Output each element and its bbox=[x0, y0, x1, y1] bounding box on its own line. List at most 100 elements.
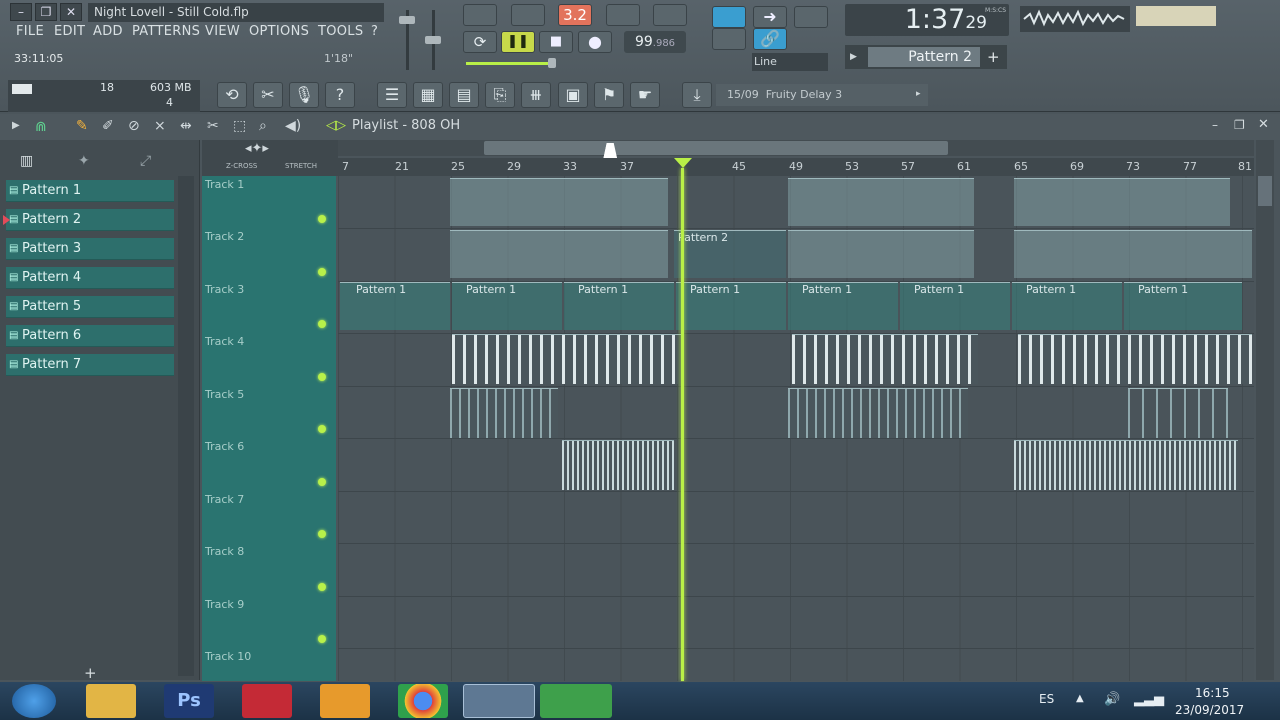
track-label-9[interactable]: Track 9 bbox=[205, 598, 244, 611]
pattern-item-3[interactable]: Pattern 3 bbox=[6, 238, 174, 260]
clip-pattern1[interactable]: Pattern 1 bbox=[676, 282, 786, 330]
pattern-item-6[interactable]: Pattern 6 bbox=[6, 325, 174, 347]
clip-track6-b[interactable] bbox=[1014, 440, 1238, 490]
hint-arrow-icon[interactable]: ▸ bbox=[916, 89, 921, 99]
pattern-mode-button[interactable]: 3.2 bbox=[558, 4, 592, 26]
add-pattern-icon[interactable]: + bbox=[987, 48, 1000, 66]
blend-notes-button[interactable] bbox=[653, 4, 687, 26]
clip-track1-b[interactable] bbox=[788, 178, 974, 226]
current-pattern[interactable]: Pattern 2 bbox=[868, 47, 980, 67]
clock-date[interactable]: 23/09/2017 bbox=[1175, 703, 1244, 717]
clipboard-icon[interactable]: ▣ bbox=[558, 82, 588, 108]
playhead[interactable] bbox=[681, 168, 684, 681]
picker-scrollbar[interactable] bbox=[178, 176, 194, 676]
pattern-item-7[interactable]: Pattern 7 bbox=[6, 354, 174, 376]
snap-select[interactable]: Line bbox=[752, 53, 828, 71]
stop-icon[interactable]: ■ bbox=[539, 31, 573, 53]
clip-track1-a[interactable] bbox=[450, 178, 668, 226]
link-icon[interactable]: 🔗 bbox=[753, 28, 787, 50]
photoshop-icon[interactable]: Ps bbox=[164, 684, 214, 718]
pattern-item-2[interactable]: Pattern 2 bbox=[6, 209, 174, 231]
mixer-icon[interactable]: ⧻ bbox=[521, 82, 551, 108]
playlist-grid[interactable]: Pattern 2 Pattern 1 Pattern 1 Pattern 1 … bbox=[338, 176, 1254, 681]
clip-track5-c[interactable] bbox=[1128, 388, 1228, 438]
track-label-3[interactable]: Track 3 bbox=[205, 283, 244, 296]
menu-tools[interactable]: TOOLS bbox=[318, 24, 363, 39]
slice-icon[interactable]: ✂ bbox=[207, 118, 219, 134]
clip-track5-b[interactable] bbox=[788, 388, 968, 438]
chrome-icon[interactable] bbox=[398, 684, 448, 718]
clip-track5-a[interactable] bbox=[450, 388, 558, 438]
multilink-button[interactable] bbox=[794, 6, 828, 28]
recorder-app-icon[interactable] bbox=[540, 684, 612, 718]
track-label-5[interactable]: Track 5 bbox=[205, 388, 244, 401]
clip-track4-a[interactable] bbox=[452, 334, 682, 384]
track-mute-led[interactable] bbox=[318, 530, 326, 538]
track-label-6[interactable]: Track 6 bbox=[205, 440, 244, 453]
language-indicator[interactable]: ES bbox=[1039, 692, 1054, 706]
playlist-maximize-icon[interactable]: ❐ bbox=[1234, 118, 1245, 132]
clip-pattern1[interactable]: Pattern 1 bbox=[788, 282, 898, 330]
menu-edit[interactable]: EDIT bbox=[54, 24, 85, 39]
picker-view-icon[interactable]: ▥ bbox=[20, 153, 33, 169]
clip-pattern1[interactable]: Pattern 1 bbox=[900, 282, 1010, 330]
song-position-bar[interactable] bbox=[466, 62, 556, 65]
pencil-icon[interactable]: ✎ bbox=[76, 118, 88, 134]
play-arrow-icon[interactable]: ▶ bbox=[12, 120, 20, 131]
track-label-4[interactable]: Track 4 bbox=[205, 335, 244, 348]
paint-icon[interactable]: ✐ bbox=[102, 118, 114, 134]
track-mute-led[interactable] bbox=[318, 320, 326, 328]
pattern-arrows-icon[interactable]: ◁▷ bbox=[326, 118, 346, 133]
clip-pattern2[interactable]: Pattern 2 bbox=[674, 230, 786, 278]
playback-icon[interactable]: ◀) bbox=[285, 118, 301, 134]
screen-recorder-icon[interactable] bbox=[242, 684, 292, 718]
master-volume-handle[interactable] bbox=[399, 16, 415, 24]
record-icon[interactable]: ● bbox=[578, 31, 612, 53]
menu-options[interactable]: OPTIONS bbox=[249, 24, 309, 39]
playhead-marker-icon[interactable] bbox=[674, 158, 692, 168]
clip-track1-c[interactable] bbox=[1014, 178, 1230, 226]
loop-icon[interactable]: ⟲ bbox=[217, 82, 247, 108]
wait-input-button[interactable] bbox=[511, 4, 545, 26]
mute-icon[interactable]: ⨯ bbox=[154, 118, 166, 134]
vertical-scrollbar-thumb[interactable] bbox=[1258, 176, 1272, 206]
clip-pattern1[interactable]: Pattern 1 bbox=[1124, 282, 1242, 330]
clip-track4-b[interactable] bbox=[792, 334, 978, 384]
picker-wave-icon[interactable]: ✦ bbox=[78, 153, 90, 169]
clip-pattern1[interactable]: Pattern 1 bbox=[1012, 282, 1122, 330]
clip-pattern1[interactable]: Pattern 1 bbox=[340, 282, 450, 330]
browser-icon[interactable]: ⎘ bbox=[485, 82, 515, 108]
clip-track2-c[interactable] bbox=[1014, 230, 1252, 278]
song-position-handle[interactable] bbox=[548, 58, 556, 68]
restore-icon[interactable]: ❐ bbox=[35, 3, 57, 21]
menu-patterns[interactable]: PATTERNS bbox=[132, 24, 200, 39]
track-label-8[interactable]: Track 8 bbox=[205, 545, 244, 558]
cut-icon[interactable]: ✂ bbox=[253, 82, 283, 108]
clock-time[interactable]: 16:15 bbox=[1195, 686, 1230, 700]
clip-track4-c[interactable] bbox=[1018, 334, 1252, 384]
playlist-icon[interactable]: ☰ bbox=[377, 82, 407, 108]
track-arrows-icon[interactable]: ◂✦▸ bbox=[245, 141, 269, 156]
track-mute-led[interactable] bbox=[318, 583, 326, 591]
piano-roll-icon[interactable]: ▤ bbox=[449, 82, 479, 108]
pause-icon[interactable]: ❚❚ bbox=[501, 31, 535, 53]
magnet-icon[interactable]: ⋒ bbox=[35, 119, 47, 135]
fl-studio-icon[interactable] bbox=[320, 684, 370, 718]
network-icon[interactable]: ▂▃▅ bbox=[1134, 692, 1164, 707]
track-mute-led[interactable] bbox=[318, 268, 326, 276]
loop-record-icon[interactable]: ⟳ bbox=[463, 31, 497, 53]
playlist-minimize-icon[interactable]: – bbox=[1212, 118, 1218, 132]
scrollbar-thumb[interactable] bbox=[484, 141, 948, 155]
tray-arrow-icon[interactable]: ▲ bbox=[1076, 693, 1084, 704]
touch-controller-icon[interactable]: ☛ bbox=[630, 82, 660, 108]
track-mute-led[interactable] bbox=[318, 635, 326, 643]
track-mute-led[interactable] bbox=[318, 478, 326, 486]
clip-track2-b[interactable] bbox=[788, 230, 974, 278]
download-icon[interactable]: ⤓ bbox=[682, 82, 712, 108]
step-edit-button[interactable] bbox=[606, 4, 640, 26]
vertical-scrollbar[interactable] bbox=[1256, 140, 1274, 680]
menu-view[interactable]: VIEW bbox=[205, 24, 240, 39]
select-icon[interactable]: ⬚ bbox=[233, 118, 246, 134]
track-label-1[interactable]: Track 1 bbox=[205, 178, 244, 191]
arrow-right-icon[interactable]: ➜ bbox=[753, 6, 787, 28]
